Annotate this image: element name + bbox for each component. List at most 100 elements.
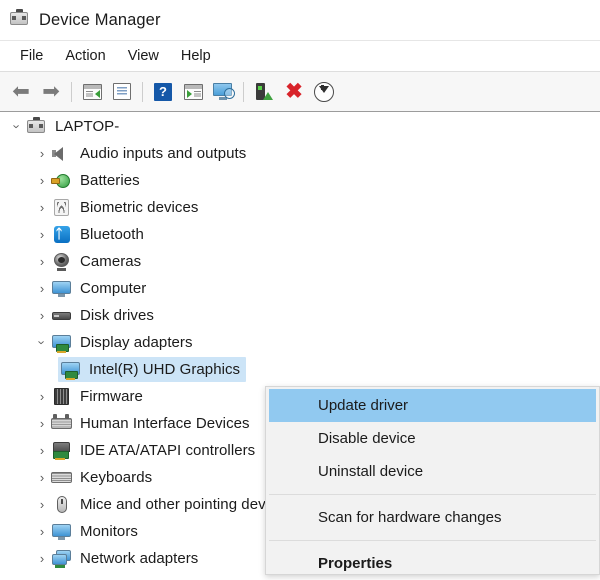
chevron-right-icon[interactable]: › xyxy=(33,309,51,322)
menu-help[interactable]: Help xyxy=(170,46,222,66)
fingerprint-icon xyxy=(51,198,72,217)
chevron-expanded-icon[interactable]: › xyxy=(35,334,50,352)
tree-item-intel-uhd-graphics[interactable]: Intel(R) UHD Graphics xyxy=(0,356,600,383)
update-driver-icon xyxy=(255,82,273,101)
back-arrow-icon: ⬅ xyxy=(12,80,30,103)
tree-item-audio-inputs-and-outputs[interactable]: › Audio inputs and outputs xyxy=(0,140,600,167)
mouse-icon xyxy=(51,495,72,514)
chevron-right-icon[interactable]: › xyxy=(33,444,51,457)
tree-item-label: Bluetooth xyxy=(80,226,144,243)
chevron-right-icon[interactable]: › xyxy=(33,282,51,295)
forward-arrow-icon: ➡ xyxy=(42,80,60,103)
context-menu-item-properties[interactable]: Properties xyxy=(269,547,596,580)
chevron-right-icon[interactable]: › xyxy=(33,174,51,187)
scan-for-hardware-changes-button[interactable] xyxy=(208,77,238,107)
keyboard-icon xyxy=(51,468,72,487)
chevron-right-icon[interactable]: › xyxy=(33,147,51,160)
speaker-icon xyxy=(51,144,72,163)
help-button[interactable]: ? xyxy=(148,77,178,107)
chevron-right-icon[interactable]: › xyxy=(33,390,51,403)
title-bar: Device Manager xyxy=(0,0,600,41)
tree-item-label: Human Interface Devices xyxy=(80,415,250,432)
chevron-right-icon[interactable]: › xyxy=(33,471,51,484)
tree-root-laptop[interactable]: › LAPTOP- xyxy=(0,113,600,140)
battery-icon xyxy=(51,171,72,190)
tree-item-label: Cameras xyxy=(80,253,142,270)
context-menu-item-disable-device[interactable]: Disable device xyxy=(269,422,596,455)
toolbar: ⬅ ➡ ? ✖ xyxy=(0,72,600,112)
context-menu-item-update-driver[interactable]: Update driver xyxy=(269,389,596,422)
tree-item-label: Disk drives xyxy=(80,307,154,324)
tree-item-bluetooth[interactable]: › ᛏ Bluetooth xyxy=(0,221,600,248)
tree-item-label: Biometric devices xyxy=(80,199,199,216)
toolbar-separator-3 xyxy=(243,81,244,102)
disable-down-arrow-icon xyxy=(314,81,334,102)
forward-button[interactable]: ➡ xyxy=(36,77,66,107)
chevron-right-icon[interactable]: › xyxy=(33,417,51,430)
context-menu-item-uninstall-device[interactable]: Uninstall device xyxy=(269,455,596,488)
toolbar-separator-1 xyxy=(71,81,72,102)
hid-icon xyxy=(51,414,72,433)
tree-item-cameras[interactable]: › Cameras xyxy=(0,248,600,275)
disable-device-button[interactable] xyxy=(309,77,339,107)
chevron-right-icon[interactable]: › xyxy=(33,255,51,268)
chevron-right-icon[interactable]: › xyxy=(33,525,51,538)
context-menu[interactable]: Update driver Disable device Uninstall d… xyxy=(265,386,600,575)
context-menu-item-label: Scan for hardware changes xyxy=(318,509,502,526)
chevron-right-icon[interactable]: › xyxy=(33,201,51,214)
device-manager-icon xyxy=(9,9,31,31)
menu-file[interactable]: File xyxy=(9,46,54,66)
monitor-icon xyxy=(51,522,72,541)
network-adapter-icon xyxy=(51,549,72,568)
tree-item-biometric-devices[interactable]: › Biometric devices xyxy=(0,194,600,221)
display-adapter-icon xyxy=(51,333,72,353)
toolbar-separator-2 xyxy=(142,81,143,102)
tree-item-label: Display adapters xyxy=(80,334,193,351)
context-menu-separator-1 xyxy=(269,494,596,495)
uninstall-device-button[interactable]: ✖ xyxy=(279,77,309,107)
show-hide-console-tree-button[interactable] xyxy=(77,77,107,107)
chevron-right-icon[interactable]: › xyxy=(33,552,51,565)
context-menu-separator-2 xyxy=(269,540,596,541)
menu-bar: File Action View Help xyxy=(0,41,600,72)
chevron-expanded-icon[interactable]: › xyxy=(10,118,25,136)
scan-monitor-icon xyxy=(212,83,235,100)
properties-icon xyxy=(113,83,131,100)
ide-controller-icon xyxy=(51,441,72,460)
chevron-right-icon[interactable]: › xyxy=(33,228,51,241)
chevron-right-icon[interactable]: › xyxy=(33,498,51,511)
context-menu-item-scan-for-hardware-changes[interactable]: Scan for hardware changes xyxy=(269,501,596,534)
window-title: Device Manager xyxy=(39,10,161,29)
disk-drive-icon xyxy=(51,306,72,325)
tree-item-disk-drives[interactable]: › Disk drives xyxy=(0,302,600,329)
monitor-icon xyxy=(51,279,72,298)
context-menu-item-label: Update driver xyxy=(318,397,409,414)
tree-item-label: IDE ATA/ATAPI controllers xyxy=(80,442,256,459)
tree-item-label: Network adapters xyxy=(80,550,199,567)
tree-item-label: Batteries xyxy=(80,172,140,189)
update-driver-button[interactable] xyxy=(249,77,279,107)
tree-root-label: LAPTOP- xyxy=(55,118,120,135)
tree-item-display-adapters[interactable]: › Display adapters xyxy=(0,329,600,356)
tree-item-label: Audio inputs and outputs xyxy=(80,145,247,162)
firmware-icon xyxy=(51,387,72,406)
uninstall-x-icon: ✖ xyxy=(285,80,303,103)
tree-item-batteries[interactable]: › Batteries xyxy=(0,167,600,194)
show-hide-action-pane-button[interactable] xyxy=(178,77,208,107)
display-adapter-icon xyxy=(60,360,81,380)
console-tree-icon xyxy=(82,83,102,100)
context-menu-item-label: Properties xyxy=(318,555,393,572)
back-button[interactable]: ⬅ xyxy=(6,77,36,107)
action-pane-icon xyxy=(183,83,203,100)
context-menu-item-label: Uninstall device xyxy=(318,463,424,480)
tree-item-label: Monitors xyxy=(80,523,138,540)
tree-item-label: Firmware xyxy=(80,388,143,405)
tree-item-computer[interactable]: › Computer xyxy=(0,275,600,302)
tree-item-label: Intel(R) UHD Graphics xyxy=(89,361,241,378)
properties-button[interactable] xyxy=(107,77,137,107)
menu-view[interactable]: View xyxy=(117,46,170,66)
menu-action[interactable]: Action xyxy=(54,46,116,66)
computer-root-icon xyxy=(26,117,47,136)
tree-item-label: Mice and other pointing devices xyxy=(80,496,293,513)
help-icon: ? xyxy=(154,82,172,101)
